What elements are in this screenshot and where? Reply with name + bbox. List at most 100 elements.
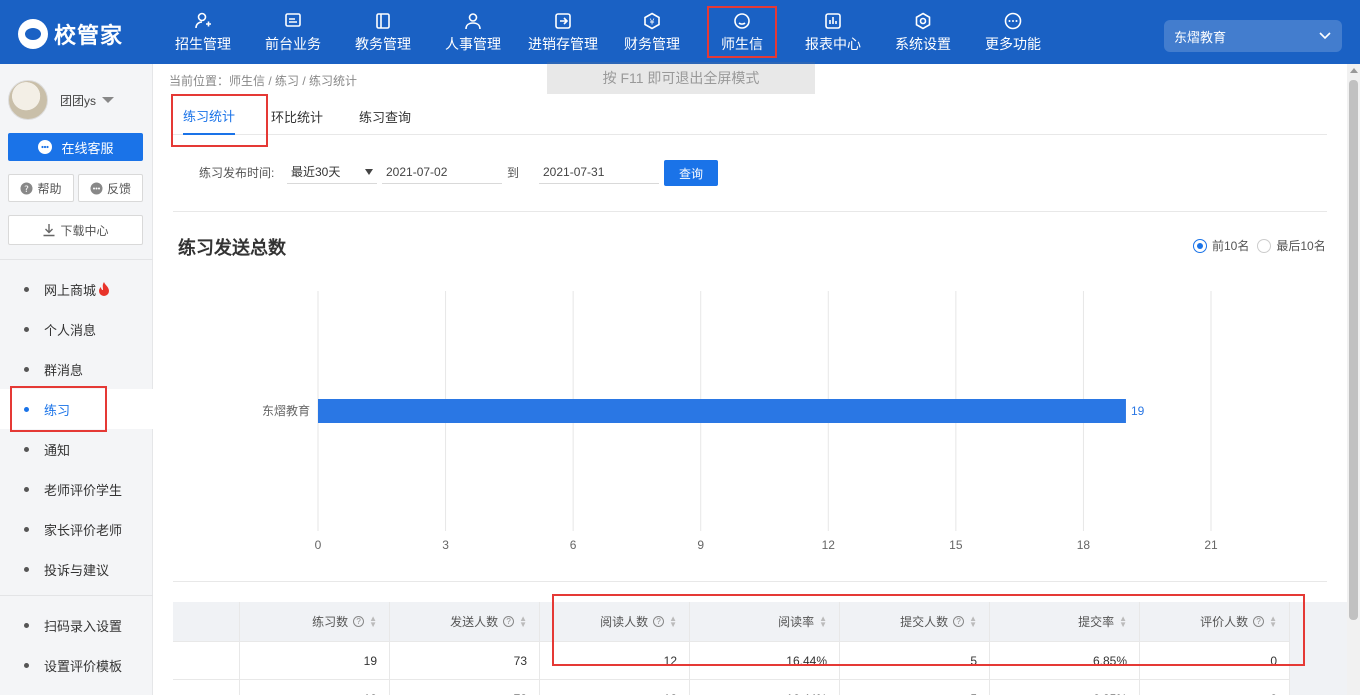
table-cell: 73 [390,642,540,680]
table-cell: 73 [390,680,540,695]
user-menu[interactable]: 团团ys [8,80,115,120]
scrollbar[interactable] [1347,64,1360,695]
more-icon [1003,11,1023,31]
org-name: 东熠教育 [1174,29,1227,45]
chat-dots-icon [90,182,103,194]
table-cell: 6.85% [990,642,1140,680]
header-send-count[interactable]: 发送人数? ▲ ▼ [390,602,540,642]
table-cell [173,642,240,680]
sidebar-divider [0,595,153,596]
sidebar-item-notice[interactable]: 通知 [0,429,153,469]
person-icon [463,11,483,31]
sidebar-item-parent-eval[interactable]: 家长评价老师 [0,509,153,549]
org-selector[interactable]: 东熠教育 [1164,20,1342,52]
header-practice-count[interactable]: 练习数? ▲ ▼ [240,602,390,642]
caret-down-icon [102,97,115,103]
x-tick-label: 12 [822,538,836,552]
header-submit-count[interactable]: 提交人数? ▲ ▼ [840,602,990,642]
scroll-up-icon[interactable] [1350,68,1358,73]
nav-teacher-student[interactable]: 师生信 [707,6,777,58]
sort-icon[interactable]: ▲ ▼ [969,614,977,628]
nav-hr[interactable]: 人事管理 [442,0,504,64]
username: 团团ys [60,93,97,108]
sidebar-item-label: 练习 [44,402,71,418]
sort-icon[interactable]: ▲ ▼ [669,614,677,628]
sidebar-item-personal-msg[interactable]: 个人消息 [0,309,153,349]
sort-icon[interactable]: ▲ ▼ [1269,614,1277,628]
nav-more[interactable]: 更多功能 [982,0,1044,64]
bullet-icon [24,326,29,332]
nav-label: 师生信 [721,35,763,52]
sort-icon[interactable]: ▲ ▼ [369,614,377,628]
bullet-icon [24,486,29,492]
svg-text:?: ? [25,185,30,195]
sort-icon[interactable]: ▲ ▼ [1119,614,1127,628]
sidebar-item-scan-settings[interactable]: 扫码录入设置 [0,605,153,645]
chevron-down-icon [1319,32,1331,40]
sidebar-item-mall[interactable]: 网上商城 [0,269,153,309]
headset-icon [38,140,53,154]
sidebar-item-practice[interactable]: 练习 [0,389,153,429]
bullet-icon [24,662,29,668]
feedback-button[interactable]: 反馈 [78,174,143,202]
help-icon[interactable]: ? [353,616,365,627]
sort-icon[interactable]: ▲ ▼ [519,614,527,628]
avatar [8,80,48,120]
sidebar-item-label: 网上商城 [44,282,97,298]
nav-academic[interactable]: 教务管理 [352,0,414,64]
table-cell: 19 [240,680,390,695]
nav-label: 教务管理 [355,35,411,52]
bullet-icon [24,366,29,372]
sidebar-item-label: 投诉与建议 [44,562,110,578]
inventory-icon [553,11,573,31]
sort-icon[interactable]: ▲ ▼ [819,614,827,628]
download-label: 下载中心 [60,223,109,238]
scrollbar-thumb[interactable] [1349,80,1358,620]
header-eval-count[interactable]: 评价人数? ▲ ▼ [1140,602,1290,642]
app-logo[interactable]: 校管家 [18,18,123,50]
bullet-icon [24,622,29,628]
logo-icon [18,19,48,49]
table-header-cell [173,602,240,642]
sidebar-item-teacher-eval[interactable]: 老师评价学生 [0,469,153,509]
download-center-button[interactable]: 下载中心 [8,215,143,245]
top-navbar: 校管家 招生管理 前台业务 教务管理 人事管理 进销存管理 ¥ 财务管理 师生信… [0,0,1360,64]
nav-label: 招生管理 [175,35,231,52]
table-row: 19 73 12 16.44% 5 6.85% 0 [173,680,1290,695]
header-submit-rate[interactable]: 提交率 ▲ ▼ [990,602,1140,642]
sidebar-item-label: 老师评价学生 [44,482,123,498]
online-service-button[interactable]: 在线客服 [8,133,143,161]
sidebar-item-label: 家长评价老师 [44,522,123,538]
table-row: 19 73 12 16.44% 5 6.85% 0 [173,642,1290,680]
sidebar-item-group-msg[interactable]: 群消息 [0,349,153,389]
help-icon[interactable]: ? [653,616,665,627]
table-header-row: 练习数? ▲ ▼ 发送人数? ▲ ▼ 阅读人数? ▲ ▼ 阅读率 ▲ ▼ 提交人数? ▲ ▼ 提交率… [173,602,1290,642]
sidebar-item-label: 通知 [44,442,71,458]
nav-enrollment[interactable]: 招生管理 [172,0,234,64]
sidebar-item-complaints[interactable]: 投诉与建议 [0,549,153,589]
help-icon[interactable]: ? [953,616,965,627]
header-read-rate[interactable]: 阅读率 ▲ ▼ [690,602,840,642]
help-icon[interactable]: ? [1253,616,1265,627]
sidebar-item-eval-template[interactable]: 设置评价模板 [0,645,153,685]
table-cell: 12 [540,642,690,680]
divider [173,581,1327,582]
help-icon[interactable]: ? [503,616,515,627]
table-cell: 6.85% [990,680,1140,695]
bullet-icon [24,526,29,532]
nav-finance[interactable]: ¥ 财务管理 [621,0,683,64]
nav-inventory[interactable]: 进销存管理 [524,0,602,64]
table-cell: 12 [540,680,690,695]
bullet-icon [24,566,29,572]
nav-reports[interactable]: 报表中心 [802,0,864,64]
nav-settings[interactable]: 系统设置 [892,0,954,64]
stats-table: 练习数? ▲ ▼ 发送人数? ▲ ▼ 阅读人数? ▲ ▼ 阅读率 ▲ ▼ 提交人数? ▲ ▼ 提交率… [173,602,1360,695]
help-button[interactable]: ? 帮助 [8,174,74,202]
nav-front-desk[interactable]: 前台业务 [262,0,324,64]
table-cell: 5 [840,680,990,695]
download-icon [43,224,55,237]
header-read-count[interactable]: 阅读人数? ▲ ▼ [540,602,690,642]
chat-bubble-icon [732,11,752,31]
main-content: 当前位置：师生信 / 练习 / 练习统计 按 F11 即可退出全屏模式 练习统计… [153,62,1360,695]
category-label: 东熠教育 [262,403,310,418]
